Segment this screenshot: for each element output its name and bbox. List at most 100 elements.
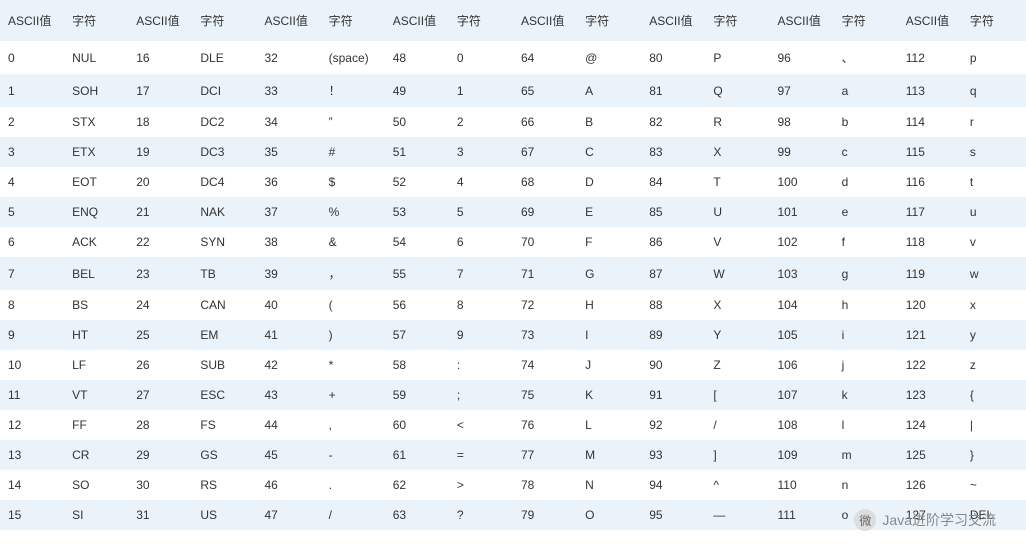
table-row: 14SO30RS46.62>78N94^110n126~	[0, 470, 1026, 500]
cell: +	[321, 380, 385, 410]
cell: 106	[770, 350, 834, 380]
cell: 79	[513, 500, 577, 530]
cell: 36	[257, 167, 321, 197]
cell: A	[577, 74, 641, 107]
cell: d	[834, 167, 898, 197]
col-header: 字符	[192, 0, 256, 41]
cell: h	[834, 290, 898, 320]
cell: g	[834, 257, 898, 290]
cell: H	[577, 290, 641, 320]
cell: [	[705, 380, 769, 410]
cell: 8	[449, 290, 513, 320]
cell: 59	[385, 380, 449, 410]
cell: o	[834, 500, 898, 530]
cell: 16	[128, 41, 192, 74]
col-header: ASCII值	[641, 0, 705, 41]
cell: 33	[257, 74, 321, 107]
cell: 110	[770, 470, 834, 500]
cell: U	[705, 197, 769, 227]
cell: 3	[449, 137, 513, 167]
cell: Z	[705, 350, 769, 380]
cell: P	[705, 41, 769, 74]
cell: G	[577, 257, 641, 290]
cell: W	[705, 257, 769, 290]
col-header: 字符	[962, 0, 1026, 41]
cell: 11	[0, 380, 64, 410]
col-header: ASCII值	[257, 0, 321, 41]
cell: 38	[257, 227, 321, 257]
cell: k	[834, 380, 898, 410]
cell: |	[962, 410, 1026, 440]
cell: N	[577, 470, 641, 500]
cell: a	[834, 74, 898, 107]
table-row: 6ACK22SYN38&54670F86V102f118v	[0, 227, 1026, 257]
cell: NAK	[192, 197, 256, 227]
cell: 119	[898, 257, 962, 290]
table-row: 12FF28FS44,60<76L92/108l124|	[0, 410, 1026, 440]
cell: s	[962, 137, 1026, 167]
cell: 101	[770, 197, 834, 227]
cell: -	[321, 440, 385, 470]
cell: 30	[128, 470, 192, 500]
cell: 12	[0, 410, 64, 440]
cell: 10	[0, 350, 64, 380]
cell: f	[834, 227, 898, 257]
cell: 62	[385, 470, 449, 500]
cell: e	[834, 197, 898, 227]
cell: 64	[513, 41, 577, 74]
col-header: 字符	[577, 0, 641, 41]
cell: 40	[257, 290, 321, 320]
cell: I	[577, 320, 641, 350]
cell: 28	[128, 410, 192, 440]
cell: 7	[449, 257, 513, 290]
cell: 56	[385, 290, 449, 320]
cell: T	[705, 167, 769, 197]
cell: VT	[64, 380, 128, 410]
cell: 108	[770, 410, 834, 440]
cell: 48	[385, 41, 449, 74]
table-row: 15SI31US47/63?79O95—111o127DEL	[0, 500, 1026, 530]
cell: >	[449, 470, 513, 500]
col-header: ASCII值	[385, 0, 449, 41]
col-header: ASCII值	[898, 0, 962, 41]
cell: RS	[192, 470, 256, 500]
cell: 112	[898, 41, 962, 74]
cell: 109	[770, 440, 834, 470]
cell: i	[834, 320, 898, 350]
cell: 89	[641, 320, 705, 350]
cell: 127	[898, 500, 962, 530]
cell: m	[834, 440, 898, 470]
cell: 50	[385, 107, 449, 137]
cell: 120	[898, 290, 962, 320]
cell: DC2	[192, 107, 256, 137]
cell: 82	[641, 107, 705, 137]
cell: O	[577, 500, 641, 530]
cell: 18	[128, 107, 192, 137]
cell: 61	[385, 440, 449, 470]
cell: 21	[128, 197, 192, 227]
cell: 91	[641, 380, 705, 410]
cell: M	[577, 440, 641, 470]
cell: (	[321, 290, 385, 320]
cell: 34	[257, 107, 321, 137]
cell: ,	[321, 410, 385, 440]
cell: TB	[192, 257, 256, 290]
cell: 8	[0, 290, 64, 320]
cell: /	[321, 500, 385, 530]
cell: 5	[449, 197, 513, 227]
cell: 67	[513, 137, 577, 167]
cell: ~	[962, 470, 1026, 500]
cell: B	[577, 107, 641, 137]
cell: v	[962, 227, 1026, 257]
cell: 53	[385, 197, 449, 227]
cell: j	[834, 350, 898, 380]
table-row: 2STX18DC234”50266B82R98b114r	[0, 107, 1026, 137]
cell: CR	[64, 440, 128, 470]
cell: y	[962, 320, 1026, 350]
table-row: 9HT25EM41)57973I89Y105i121y	[0, 320, 1026, 350]
cell: w	[962, 257, 1026, 290]
cell: ，	[321, 257, 385, 290]
cell: Y	[705, 320, 769, 350]
cell: 124	[898, 410, 962, 440]
cell: u	[962, 197, 1026, 227]
